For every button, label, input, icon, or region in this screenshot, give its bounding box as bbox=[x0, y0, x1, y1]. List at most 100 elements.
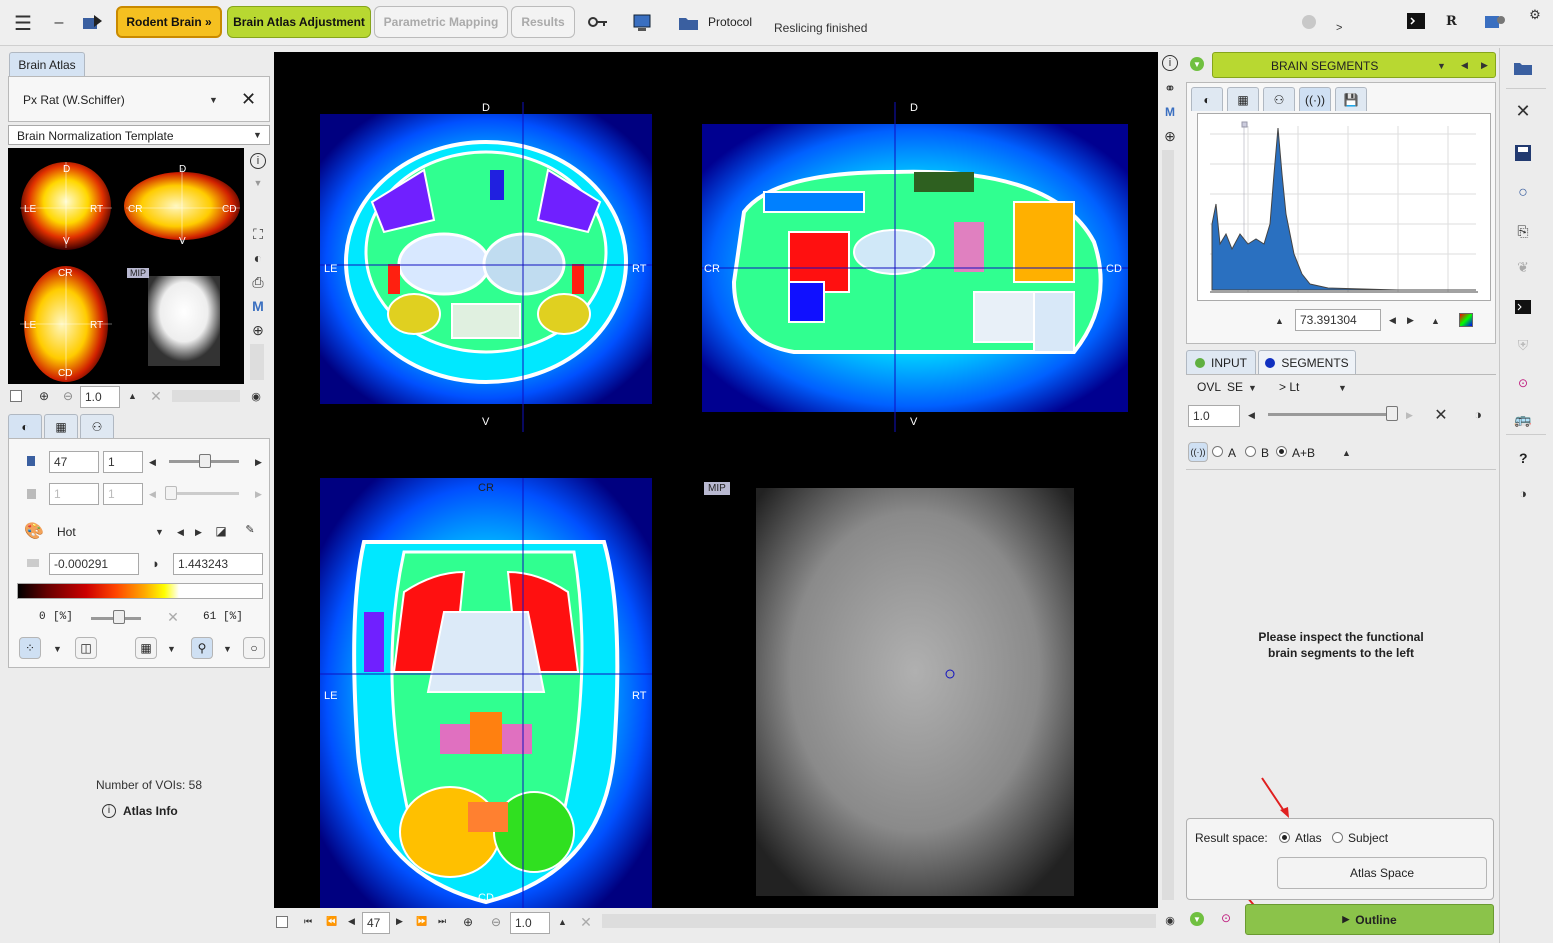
viewer-tree-icon[interactable]: ⚭ bbox=[1162, 80, 1178, 96]
invert-icon[interactable]: ◪ bbox=[213, 523, 229, 539]
color-edit-icon[interactable]: ✎ bbox=[241, 521, 259, 537]
strip-target-icon[interactable]: ⊙ bbox=[1512, 372, 1534, 394]
layout-dropdown-icon[interactable]: ▼ bbox=[53, 644, 62, 654]
close-icon[interactable]: ✕ bbox=[241, 89, 256, 110]
viewer-target-icon[interactable]: ⊕ bbox=[1162, 128, 1178, 144]
lt-select[interactable]: > Lt bbox=[1279, 380, 1299, 394]
segments-tab[interactable]: SEGMENTS bbox=[1258, 350, 1356, 374]
slice-next-icon[interactable]: ▶ bbox=[255, 457, 262, 468]
slice-prev-icon[interactable]: ◀ bbox=[149, 457, 156, 468]
hist-prev-icon[interactable]: ◀ bbox=[1389, 315, 1396, 326]
outline-mode-button[interactable]: ○ bbox=[243, 637, 265, 659]
histogram-plot[interactable] bbox=[1197, 113, 1491, 301]
slice-slider-thumb[interactable] bbox=[199, 454, 211, 468]
blend-input[interactable]: 1.0 bbox=[1188, 405, 1240, 427]
collapse-arrow-icon[interactable]: ▼ bbox=[250, 176, 266, 190]
template-select[interactable]: Brain Normalization Template ▼ bbox=[8, 125, 270, 145]
palette-icon[interactable]: 🎨 bbox=[23, 521, 45, 541]
frame-slider-thumb[interactable] bbox=[165, 486, 177, 500]
min-value-input[interactable]: -0.000291 bbox=[49, 553, 139, 575]
viewer-slice-input[interactable]: 47 bbox=[362, 912, 390, 934]
open-folder-icon[interactable] bbox=[1512, 58, 1534, 78]
sync-checkbox[interactable] bbox=[10, 390, 22, 402]
zoom-input[interactable]: 1.0 bbox=[80, 386, 120, 408]
frame-next-icon[interactable]: ▶ bbox=[255, 489, 262, 500]
viewer-sync-checkbox[interactable] bbox=[276, 916, 288, 928]
terminal-icon[interactable] bbox=[1406, 12, 1426, 30]
frame-slider[interactable] bbox=[169, 492, 239, 495]
atlas-select[interactable]: Px Rat (W.Schiffer) bbox=[23, 93, 125, 107]
viewer-zoom-out-icon[interactable]: ⊖ bbox=[488, 914, 504, 930]
zoom-in-icon[interactable]: ⊕ bbox=[36, 388, 52, 404]
bottom-expand-icon[interactable]: ▼ bbox=[1190, 912, 1204, 926]
next-slice-icon[interactable]: ▶ bbox=[396, 916, 403, 927]
results-tab[interactable]: Results bbox=[511, 6, 575, 38]
forward-folder-icon[interactable] bbox=[80, 8, 106, 36]
bus-icon[interactable]: 🚌 bbox=[1508, 408, 1538, 430]
protocol-button[interactable]: Protocol bbox=[708, 15, 752, 29]
blend-contrast-icon[interactable]: ◑ bbox=[1470, 406, 1486, 422]
strip-terminal-icon[interactable] bbox=[1512, 296, 1534, 318]
slice-input[interactable]: 47 bbox=[49, 451, 99, 473]
prev-slice-icon[interactable]: ◀ bbox=[348, 916, 355, 927]
command-prompt[interactable]: > bbox=[1336, 22, 1342, 34]
frame-input[interactable]: 1 bbox=[49, 483, 99, 505]
voi-circle-icon[interactable]: ○ bbox=[1512, 182, 1534, 204]
input-tab[interactable]: INPUT bbox=[1186, 350, 1256, 374]
atlas-info-icon[interactable]: i bbox=[102, 804, 116, 818]
colormap-dropdown-icon[interactable]: ▼ bbox=[155, 527, 164, 537]
link-icon[interactable] bbox=[586, 12, 610, 32]
outline-button[interactable]: ▶ Outline bbox=[1245, 904, 1494, 935]
brain-segments-select[interactable]: BRAIN SEGMENTS ▼ ◀ ▶ bbox=[1212, 52, 1496, 78]
reset-window-icon[interactable]: ✕ bbox=[165, 609, 181, 625]
help-button[interactable]: ? bbox=[1519, 450, 1528, 466]
overlay-dropdown-icon[interactable]: ▼ bbox=[223, 644, 232, 654]
hist-tab-contrast[interactable]: ◐ bbox=[1191, 87, 1223, 111]
hist-next-icon[interactable]: ▶ bbox=[1407, 315, 1414, 326]
tools-gear-icon[interactable] bbox=[1482, 10, 1508, 34]
zoom-up-icon[interactable]: ▲ bbox=[128, 391, 137, 401]
print-icon[interactable]: ⎙ bbox=[250, 274, 266, 290]
brain-icon[interactable]: ❦ bbox=[1512, 256, 1534, 278]
copy-icon[interactable]: ⎘ bbox=[1512, 220, 1534, 242]
radio-atlas[interactable] bbox=[1279, 832, 1290, 843]
settings-gear-icon[interactable]: ⚙ bbox=[1526, 6, 1544, 24]
first-slice-icon[interactable]: ⏮ bbox=[304, 916, 312, 927]
tab-fusion[interactable]: ⚇ bbox=[80, 414, 114, 438]
viewer-zoom-up-icon[interactable]: ▲ bbox=[558, 917, 567, 927]
viewer-zoom-in-icon[interactable]: ⊕ bbox=[460, 914, 476, 930]
r-console-button[interactable]: R bbox=[1446, 14, 1457, 29]
radio-b[interactable] bbox=[1245, 446, 1256, 457]
reset-zoom-icon[interactable]: ✕ bbox=[148, 388, 164, 404]
segments-next-icon[interactable]: ▶ bbox=[1481, 60, 1488, 71]
viewer-zoom-input[interactable]: 1.0 bbox=[510, 912, 550, 934]
zoom-out-icon[interactable]: ⊖ bbox=[60, 388, 76, 404]
hist-tab-overlay[interactable]: ((·)) bbox=[1299, 87, 1331, 111]
colormap-next-icon[interactable]: ▶ bbox=[195, 527, 202, 538]
radio-ab[interactable] bbox=[1276, 446, 1287, 457]
colormap-swatch-icon[interactable] bbox=[1459, 313, 1473, 327]
radio-subject[interactable] bbox=[1332, 832, 1343, 843]
blend-prev-icon[interactable]: ◀ bbox=[1248, 410, 1255, 421]
last-slice-icon[interactable]: ⏭ bbox=[438, 916, 446, 927]
frame-step-input[interactable]: 1 bbox=[103, 483, 143, 505]
frame-prev-icon[interactable]: ◀ bbox=[149, 489, 156, 500]
hist-up-icon[interactable]: ▲ bbox=[1275, 316, 1284, 326]
lt-dropdown-icon[interactable]: ▼ bbox=[1338, 383, 1347, 393]
ovl-dropdown-icon[interactable]: ▼ bbox=[1248, 383, 1257, 393]
coronal-view[interactable] bbox=[320, 114, 652, 404]
viewer-info-icon[interactable]: i bbox=[1162, 55, 1178, 71]
colormap-select[interactable]: Hot bbox=[57, 525, 76, 539]
fit-view-icon[interactable]: ⛶ bbox=[250, 226, 266, 242]
hist-tab-fusion[interactable]: ⚇ bbox=[1263, 87, 1295, 111]
viewer-hscroll[interactable] bbox=[602, 914, 1156, 928]
menu-icon[interactable]: ☰ bbox=[10, 10, 36, 36]
contrast-icon[interactable]: ◐ bbox=[250, 250, 266, 266]
segments-expand-icon[interactable]: ▼ bbox=[1190, 57, 1204, 71]
rodent-brain-button[interactable]: Rodent Brain » bbox=[116, 6, 222, 38]
grid-dropdown-icon[interactable]: ▼ bbox=[167, 644, 176, 654]
side-scrollbar[interactable] bbox=[250, 344, 264, 380]
brain-atlas-tab[interactable]: Brain Atlas bbox=[9, 52, 85, 76]
viewer-camera-icon[interactable]: ◉ bbox=[1162, 912, 1178, 928]
viewer-reset-zoom-icon[interactable]: ✕ bbox=[578, 914, 594, 930]
